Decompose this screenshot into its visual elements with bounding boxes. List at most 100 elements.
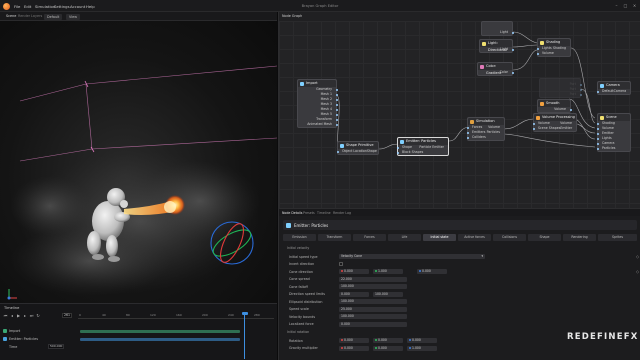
node-shape-primitive[interactable]: Shape Primitive Object Location Shape <box>336 141 379 155</box>
node-port[interactable]: Light <box>480 47 514 52</box>
cone-spread-field[interactable]: 22.000 <box>339 276 407 282</box>
tab-presets[interactable]: Presets <box>303 211 315 215</box>
step-forward-icon[interactable]: ▸ <box>23 313 28 318</box>
node-smooth[interactable]: Smooth Volume <box>537 99 572 113</box>
node-port[interactable]: Colliders <box>466 135 504 140</box>
track-bar[interactable] <box>80 337 240 341</box>
velocity-bounds-field[interactable]: 100.000 <box>339 314 407 319</box>
tab-render[interactable]: Render <box>18 14 30 18</box>
node-volume-processing[interactable]: Volume Processing Volume Volume Scene Sh… <box>532 113 577 132</box>
cone-falloff-field[interactable]: 100.000 <box>339 284 407 289</box>
node-scene[interactable]: Scene Shading Volume Emitter Lights Came… <box>596 113 631 152</box>
node-camera[interactable]: Camera Default Camera <box>596 81 631 95</box>
cone-direction-x-field[interactable]: 0.000 <box>339 269 369 274</box>
category-tab-emission[interactable]: Emission <box>283 234 316 241</box>
category-tab-life[interactable]: Life <box>388 234 421 241</box>
node-light[interactable]: Light <box>481 21 514 36</box>
tab-render-log[interactable]: Render Log <box>333 211 351 215</box>
node-simulation[interactable]: Simulation Forces Volume Emitters Partic… <box>466 117 505 141</box>
node-light-directional[interactable]: Light: Directional Light <box>479 39 514 53</box>
gravity-x-field[interactable]: 0.000 <box>339 345 369 351</box>
track-value-field[interactable]: 500.000 <box>48 344 64 349</box>
ellipsoid-distribution-field[interactable]: 100.000 <box>339 299 407 304</box>
category-tab-forces[interactable]: Forces <box>353 234 386 241</box>
maximize-icon[interactable]: □ <box>623 3 628 8</box>
track-label: Time <box>9 345 18 349</box>
skip-end-icon[interactable]: ⏭ <box>29 313 34 318</box>
3d-viewport[interactable] <box>0 21 277 303</box>
node-header-title: Emitter: Particles <box>294 223 329 228</box>
view-label: View <box>69 14 78 19</box>
section-initial-rotation[interactable]: Initial rotation <box>287 330 309 334</box>
playhead[interactable] <box>244 313 245 359</box>
node-title: Emitter: Particles <box>398 138 448 145</box>
node-port-row[interactable]: Scene Shapes Emitter <box>532 126 576 131</box>
tab-layers[interactable]: Layers <box>31 14 42 18</box>
gravity-z-field[interactable]: 1.000 <box>407 345 437 351</box>
speed-limit-min-field[interactable]: 0.000 <box>339 291 369 297</box>
category-tab-shape[interactable]: Shape <box>528 234 561 241</box>
close-icon[interactable]: × <box>632 3 637 8</box>
speed-type-select[interactable]: Velocity Cone ▾ <box>339 254 485 259</box>
field-value: 0.000 <box>412 338 421 342</box>
node-port[interactable]: Volume <box>536 51 570 56</box>
invert-direction-checkbox[interactable] <box>339 262 343 266</box>
section-initial-velocity[interactable]: Initial velocity <box>287 246 309 250</box>
category-tab-sprites[interactable]: Sprites <box>598 234 637 241</box>
category-tab-transform[interactable]: Transform <box>318 234 351 241</box>
ruler-label: 200 <box>202 313 208 317</box>
rotation-x-field[interactable]: 0.000 <box>339 338 369 343</box>
rotation-z-field[interactable]: 0.000 <box>407 338 437 343</box>
node-import[interactable]: Import Geometry Mesh 1 Mesh 2 Mesh 3 Mes… <box>297 79 338 128</box>
keyframe-icon[interactable]: ◇ <box>635 254 640 259</box>
track-import[interactable]: Import <box>0 328 277 334</box>
shading-mode-button[interactable]: Default <box>44 13 63 20</box>
node-port[interactable]: Port <box>540 92 582 97</box>
skip-start-icon[interactable]: ⏮ <box>3 313 8 318</box>
loop-icon[interactable]: ↻ <box>36 313 41 318</box>
node-port[interactable]: Block Shapes <box>396 150 448 155</box>
node-port[interactable]: Light <box>482 30 514 35</box>
node-port-row[interactable]: Default Camera <box>596 89 630 94</box>
cone-direction-z-field[interactable]: 0.000 <box>417 269 447 274</box>
cone-direction-y-field[interactable]: 1.000 <box>373 269 403 274</box>
track-time[interactable]: Time 500.000 <box>0 344 277 350</box>
track-emitter[interactable]: Emitter: Particles <box>0 336 277 342</box>
node-emitter-particles[interactable]: Emitter: Particles Shape Particle Emitte… <box>396 137 449 156</box>
field-value: 0.000 <box>378 345 387 350</box>
node-port[interactable]: Color <box>478 70 514 75</box>
ruler-label: 0 <box>79 313 81 317</box>
node-port[interactable]: Particles <box>596 146 630 151</box>
node-port[interactable]: Volume <box>538 107 572 112</box>
rotation-y-field[interactable]: 0.000 <box>373 338 403 343</box>
speed-limit-max-field[interactable]: 100.000 <box>373 291 403 297</box>
category-tab-rendering[interactable]: Rendering <box>563 234 596 241</box>
node-port-row[interactable]: Object Location Shape <box>336 149 378 154</box>
speed-scale-field[interactable]: 25.000 <box>339 306 407 312</box>
prop-cone-falloff: Cone falloff 100.000 <box>287 284 637 289</box>
prop-label: Cone falloff <box>289 284 308 289</box>
node-port[interactable]: Animated Mesh <box>298 122 338 127</box>
node-graph-tab[interactable]: Node Graph <box>282 14 302 18</box>
view-button[interactable]: View <box>66 13 81 20</box>
tab-scene[interactable]: Scene <box>6 14 16 18</box>
tab-node-details[interactable]: Node Details <box>282 211 302 215</box>
localized-force-field[interactable]: 0.000 <box>339 321 407 327</box>
category-tab-active-forces[interactable]: Active forces <box>458 234 491 241</box>
category-tab-initial-state[interactable]: Initial state <box>423 234 456 241</box>
minimize-icon[interactable]: – <box>614 3 619 8</box>
node-title: Scene <box>598 114 630 121</box>
play-icon[interactable]: ▶ <box>16 313 21 318</box>
node-color-gradient[interactable]: Color: Gradient Color <box>477 62 514 76</box>
current-frame-field[interactable]: 261 <box>62 313 72 318</box>
keyframe-icon[interactable]: ◇ <box>635 269 640 274</box>
node-disabled[interactable]: Port Port Port <box>539 78 582 98</box>
step-back-icon[interactable]: ◂ <box>10 313 15 318</box>
node-graph-panel: Node Graph Import Geometry Mesh 1 Mesh 2… <box>278 12 640 208</box>
category-tab-collisions[interactable]: Collisions <box>493 234 526 241</box>
gravity-y-field[interactable]: 0.000 <box>373 345 403 351</box>
track-bar[interactable] <box>80 329 240 333</box>
tab-timeline[interactable]: Timeline <box>317 211 331 215</box>
node-shading[interactable]: Shading Lights Shading Volume <box>536 38 571 57</box>
node-graph-canvas[interactable]: Import Geometry Mesh 1 Mesh 2 Mesh 3 Mes… <box>279 21 640 208</box>
